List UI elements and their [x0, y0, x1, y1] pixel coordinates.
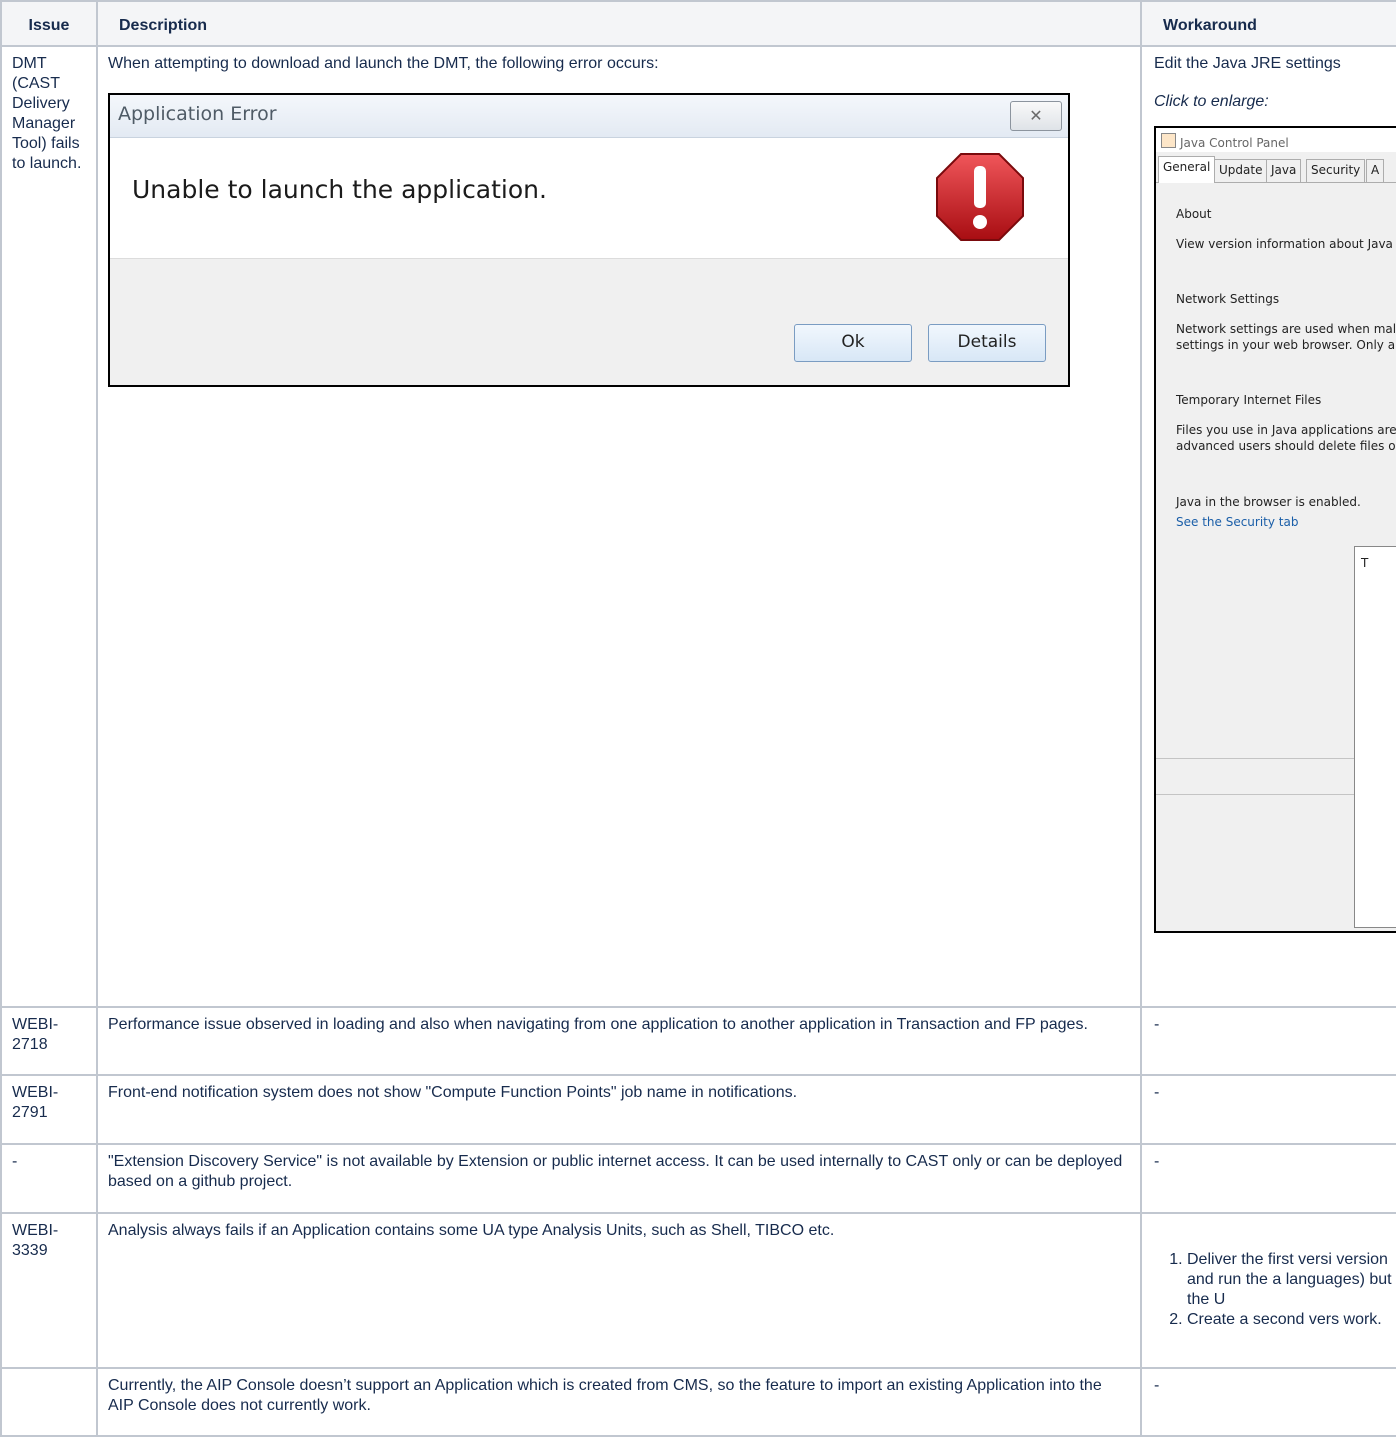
table-row: WEBI-2791 Front-end notification system …	[0, 1074, 1396, 1145]
divider	[1156, 794, 1356, 795]
security-tab-link[interactable]: See the Security tab	[1176, 512, 1298, 532]
issue-cell: -	[0, 1143, 98, 1214]
workaround-cell: -	[1140, 1367, 1396, 1437]
table-row: DMT (CAST Delivery Manager Tool) fails t…	[0, 45, 1396, 1008]
issue-header: Issue	[0, 0, 98, 47]
known-issues-table: Issue Description Workaround DMT (CAST D…	[0, 0, 1396, 1437]
close-button[interactable]: ✕	[1010, 101, 1062, 131]
table-row: - "Extension Discovery Service" is not a…	[0, 1143, 1396, 1214]
description-cell: Currently, the AIP Console doesn’t suppo…	[96, 1367, 1142, 1437]
dialog-titlebar: Application Error ✕	[110, 95, 1068, 138]
tab-java[interactable]: Java	[1266, 159, 1302, 182]
jcp-titlebar: Java Control Panel	[1156, 128, 1396, 152]
workaround-step: Deliver the first versi version and run …	[1187, 1250, 1396, 1310]
workaround-header: Workaround	[1140, 0, 1396, 47]
tab-update[interactable]: Update	[1214, 159, 1268, 182]
click-to-enlarge-note: Click to enlarge:	[1154, 93, 1269, 110]
network-heading: Network Settings	[1176, 292, 1280, 306]
description-text: When attempting to download and launch t…	[108, 55, 659, 72]
description-header: Description	[96, 0, 1142, 47]
tab-security[interactable]: Security	[1306, 159, 1366, 182]
jcp-tab-bar: General Update Java Security A	[1156, 156, 1396, 183]
workaround-cell: -	[1140, 1074, 1396, 1145]
tab-advanced[interactable]: A	[1366, 159, 1385, 182]
workaround-cell: -	[1140, 1143, 1396, 1214]
stop-error-icon	[936, 153, 1024, 241]
about-text: View version information about Java	[1176, 237, 1393, 251]
overlapping-dialog-title: T	[1361, 556, 1369, 570]
dialog-title: Application Error	[118, 103, 277, 125]
jcp-title: Java Control Panel	[1180, 136, 1289, 150]
about-heading: About	[1176, 207, 1212, 221]
workaround-cell: -	[1140, 1006, 1396, 1076]
java-icon	[1161, 133, 1176, 148]
error-message: Unable to launch the application.	[132, 175, 547, 204]
description-cell: Performance issue observed in loading an…	[96, 1006, 1142, 1076]
divider	[1156, 758, 1356, 759]
java-control-panel-screenshot[interactable]: Java Control Panel General Update Java S…	[1154, 126, 1396, 933]
workaround-step: Create a second vers work.	[1187, 1310, 1396, 1330]
workaround-text: Edit the Java JRE settings	[1154, 55, 1341, 72]
browser-status-text: Java in the browser is enabled.	[1176, 495, 1361, 509]
description-cell: Analysis always fails if an Application …	[96, 1212, 1142, 1369]
issue-cell: WEBI-2718	[0, 1006, 98, 1076]
temp-files-heading: Temporary Internet Files	[1176, 393, 1322, 407]
dialog-footer: Ok Details	[110, 258, 1068, 385]
description-cell: When attempting to download and launch t…	[96, 45, 1142, 1008]
issue-cell: WEBI-2791	[0, 1074, 98, 1145]
issue-cell	[0, 1367, 98, 1437]
workaround-cell: Deliver the first versi version and run …	[1140, 1212, 1396, 1369]
table-row: WEBI-2718 Performance issue observed in …	[0, 1006, 1396, 1076]
workaround-cell: Edit the Java JRE settings Click to enla…	[1140, 45, 1396, 1008]
details-button[interactable]: Details	[928, 324, 1046, 362]
table-row: WEBI-3339 Analysis always fails if an Ap…	[0, 1212, 1396, 1369]
temp-files-text-line-2: advanced users should delete files o	[1176, 439, 1396, 453]
application-error-dialog: Application Error ✕ Unable to launch the…	[108, 93, 1070, 387]
network-text-line-2: settings in your web browser. Only a	[1176, 338, 1396, 352]
issue-cell: DMT (CAST Delivery Manager Tool) fails t…	[0, 45, 98, 1008]
header-row: Issue Description Workaround	[0, 0, 1396, 47]
table-row: Currently, the AIP Console doesn’t suppo…	[0, 1367, 1396, 1437]
issue-cell: WEBI-3339	[0, 1212, 98, 1369]
workaround-steps: Deliver the first versi version and run …	[1154, 1250, 1396, 1330]
overlapping-dialog: T	[1354, 546, 1396, 928]
description-cell: "Extension Discovery Service" is not ava…	[96, 1143, 1142, 1214]
tab-general[interactable]: General	[1158, 156, 1216, 183]
description-cell: Front-end notification system does not s…	[96, 1074, 1142, 1145]
ok-button[interactable]: Ok	[794, 324, 912, 362]
